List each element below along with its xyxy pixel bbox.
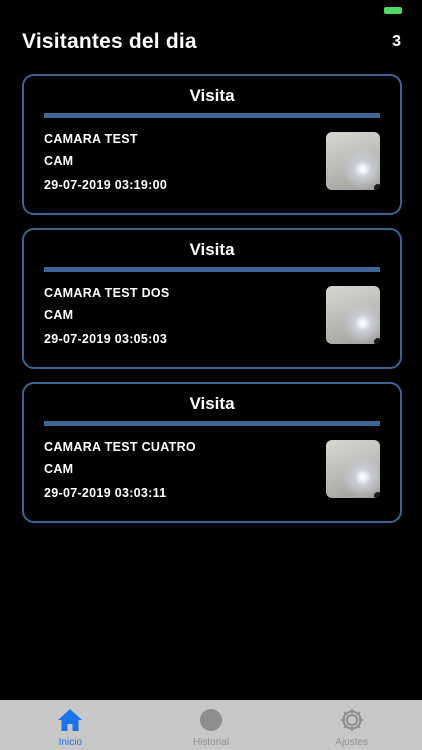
- camera-name: CAMARA TEST CUATRO: [44, 440, 196, 454]
- tab-label: Ajustes: [335, 737, 369, 748]
- tab-ajustes[interactable]: Ajustes: [281, 700, 422, 750]
- camera-type: CAM: [44, 154, 74, 168]
- page-header: Visitantes del dia 3: [22, 28, 401, 56]
- tab-label: Inicio: [58, 737, 83, 748]
- visit-list: Visita CAMARA TEST CAM 29-07-2019 03:19:…: [22, 74, 402, 536]
- home-icon: [57, 707, 83, 733]
- visit-datetime: 29-07-2019 03:19:00: [44, 178, 168, 192]
- tab-label: Historial: [192, 737, 230, 748]
- visit-card-title: Visita: [189, 86, 235, 105]
- battery-indicator: [384, 7, 402, 14]
- tab-inicio[interactable]: Inicio: [0, 700, 141, 750]
- visit-snapshot-thumbnail[interactable]: [326, 286, 380, 344]
- visit-card[interactable]: Visita CAMARA TEST CAM 29-07-2019 03:19:…: [22, 74, 402, 215]
- card-divider: [44, 113, 380, 118]
- camera-type: CAM: [44, 308, 74, 322]
- page-title: Visitantes del dia: [22, 30, 197, 53]
- visit-card[interactable]: Visita CAMARA TEST CUATRO CAM 29-07-2019…: [22, 382, 402, 523]
- visit-datetime: 29-07-2019 03:05:03: [44, 332, 168, 346]
- visit-snapshot-thumbnail[interactable]: [326, 132, 380, 190]
- camera-name: CAMARA TEST: [44, 132, 138, 146]
- visit-card-title: Visita: [189, 394, 235, 413]
- visit-snapshot-thumbnail[interactable]: [326, 440, 380, 498]
- card-divider: [44, 267, 380, 272]
- camera-name: CAMARA TEST DOS: [44, 286, 170, 300]
- visit-card[interactable]: Visita CAMARA TEST DOS CAM 29-07-2019 03…: [22, 228, 402, 369]
- tab-bar: Inicio Historial Ajustes: [0, 700, 422, 750]
- tab-historial[interactable]: Historial: [141, 700, 282, 750]
- visitor-count: 3: [392, 33, 401, 50]
- gear-icon: [339, 707, 365, 733]
- history-icon: [198, 707, 224, 733]
- camera-type: CAM: [44, 462, 74, 476]
- visit-card-title: Visita: [189, 240, 235, 259]
- card-divider: [44, 421, 380, 426]
- visit-datetime: 29-07-2019 03:03:11: [44, 486, 167, 500]
